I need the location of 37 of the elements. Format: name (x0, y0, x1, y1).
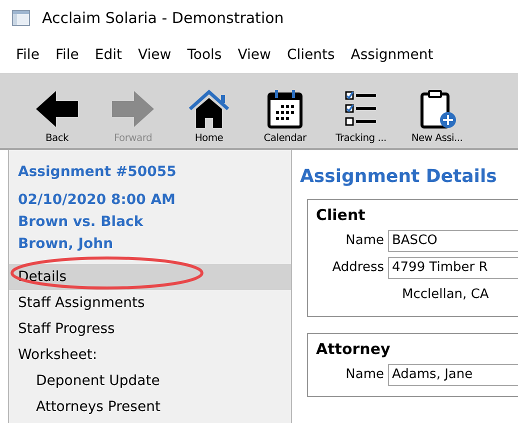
menu-item[interactable]: View (130, 46, 180, 62)
menu-item[interactable]: File (10, 46, 48, 62)
field-label: Address (331, 260, 384, 275)
back-button[interactable]: Back (22, 89, 92, 144)
field-label: Name (344, 367, 384, 382)
text-field[interactable]: 4799 Timber R (388, 256, 518, 278)
forward-arrow-icon (110, 89, 156, 129)
section-title: Client (316, 206, 366, 224)
assignment-info: 02/10/2020 8:00 AM (17, 191, 176, 210)
menu-item[interactable]: Edit (86, 46, 130, 62)
page-heading: Assignment Details (300, 166, 498, 187)
menu-item[interactable]: Tools (179, 46, 230, 62)
assignment-number: Assignment #50055 (17, 164, 178, 180)
tracking-button[interactable]: Tracking ... (326, 89, 396, 144)
menu-item[interactable]: View (230, 46, 279, 62)
sidebar-item[interactable]: Attorneys Present (9, 394, 291, 420)
sidebar-item[interactable]: Deponent Update (9, 368, 291, 394)
calendar-button[interactable]: Calendar (250, 89, 320, 144)
text-field[interactable]: Adams, Jane (388, 364, 518, 386)
new-button[interactable]: New Assi... (402, 89, 472, 144)
field-label: Name (344, 233, 384, 248)
assignment-info: Brown, John (17, 235, 114, 254)
menu-item[interactable]: Clients (278, 46, 343, 62)
address-line: Mcclellan, CA (401, 287, 489, 302)
back-arrow-icon (34, 89, 80, 129)
sidebar-item[interactable]: Staff Progress (9, 316, 291, 342)
menu-item[interactable]: Assignment (342, 46, 442, 62)
window-title: Acclaim Solaria - Demonstration (42, 9, 284, 27)
menu-item[interactable]: File (47, 46, 87, 62)
section-title: Attorney (316, 340, 392, 358)
home-icon (186, 89, 232, 129)
text-field[interactable]: BASCO (388, 230, 518, 252)
app-icon (12, 10, 30, 26)
sidebar-item[interactable]: Worksheet: (9, 342, 291, 368)
home-button[interactable]: Home (174, 89, 244, 144)
assignment-info: Brown vs. Black (17, 213, 144, 232)
sidebar-item[interactable]: Staff Assignments (9, 290, 291, 316)
